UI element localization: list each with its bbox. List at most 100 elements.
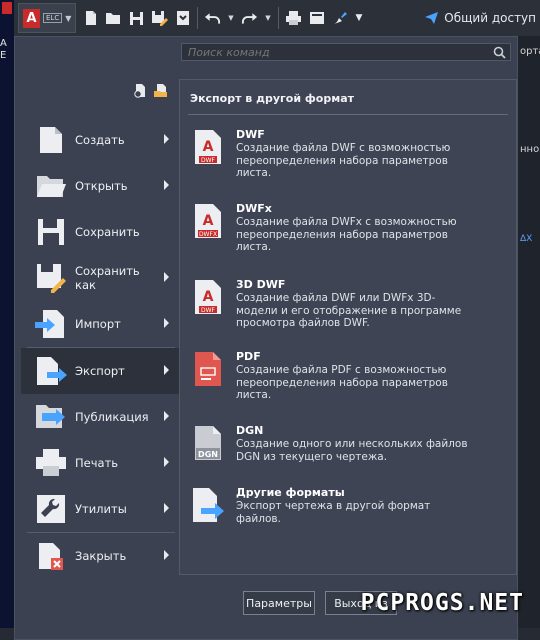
quick-access-toolbar: A ELC ▼ ▼ ▼ ▼ Общий доступ <box>14 0 540 36</box>
wrench-icon <box>33 491 69 527</box>
redo-icon[interactable] <box>241 10 258 27</box>
menu-item-utilities[interactable]: Утилиты <box>21 486 179 532</box>
recent-documents-icon[interactable] <box>133 83 148 102</box>
open-documents-icon[interactable] <box>154 83 169 102</box>
import-icon <box>33 306 69 342</box>
export-pdf[interactable]: PDF Создание файла PDF с возможностью пе… <box>190 350 510 402</box>
menu-item-save[interactable]: Сохранить <box>21 209 179 255</box>
3d-dwf-file-icon: A DWF <box>190 278 226 318</box>
svg-text:A: A <box>203 213 214 229</box>
overflow-icon[interactable]: ▼ <box>354 10 364 27</box>
entry-name: DWFx <box>236 202 272 215</box>
submenu-arrow-icon <box>164 550 169 560</box>
submenu-arrow-icon <box>164 272 169 282</box>
export-3d-dwf[interactable]: A DWF 3D DWF Создание файла DWF или DWFx … <box>190 278 510 330</box>
menu-item-new[interactable]: Создать <box>21 117 179 163</box>
menu-item-label: Создать <box>75 133 125 147</box>
submenu-arrow-icon <box>164 180 169 190</box>
print-icon[interactable] <box>285 10 302 27</box>
open-icon[interactable] <box>105 10 122 27</box>
save-icon <box>33 214 69 250</box>
export-submenu: Экспорт в другой формат A DWF DWF Создани… <box>179 79 517 575</box>
entry-description: Создание файла PDF с возможностью переоп… <box>236 364 448 401</box>
toolbar-separator <box>278 7 279 29</box>
export-dgn[interactable]: DGN DGN Создание одного или нескольких ф… <box>190 424 510 464</box>
menu-item-list: Создать Открыть Сохранить Сохранить как <box>21 117 179 579</box>
menu-item-label: Печать <box>75 456 119 470</box>
menu-item-save-as[interactable]: Сохранить как <box>21 255 179 301</box>
entry-name: Другие форматы <box>236 486 345 499</box>
submenu-arrow-icon <box>164 457 169 467</box>
menu-item-export[interactable]: Экспорт <box>21 348 179 394</box>
svg-text:A: A <box>203 139 214 155</box>
export-dwfx[interactable]: A DWFX DWFx Создание файла DWFx с возможн… <box>190 202 510 254</box>
application-menu-button[interactable]: A ELC ▼ <box>18 3 76 33</box>
application-menu: Создать Открыть Сохранить Сохранить как <box>14 36 518 640</box>
file-badge: DWF <box>201 307 216 314</box>
entry-name: 3D DWF <box>236 278 286 291</box>
close-document-icon <box>33 538 69 574</box>
chevron-down-icon: ▼ <box>65 13 72 23</box>
other-formats-icon <box>190 486 226 526</box>
menu-item-import[interactable]: Импорт <box>21 301 179 347</box>
menu-item-label: Импорт <box>75 317 121 331</box>
export-dwf[interactable]: A DWF DWF Создание файла DWF с возможност… <box>190 128 510 180</box>
menu-item-label: Утилиты <box>75 502 127 516</box>
entry-description: Экспорт чертежа в другой формат файлов. <box>236 500 431 525</box>
dwfx-file-icon: A DWFX <box>190 202 226 242</box>
submenu-arrow-icon <box>164 318 169 328</box>
submenu-arrow-icon <box>164 365 169 375</box>
background-fragment: ΔΧ <box>520 234 533 244</box>
entry-description: Создание файла DWF с возможностью переоп… <box>236 142 451 179</box>
toolbar-separator <box>197 7 198 29</box>
submenu-title: Экспорт в другой формат <box>190 92 354 105</box>
publish-icon <box>33 399 69 435</box>
chevron-down-icon[interactable]: ▼ <box>264 10 272 27</box>
share-label: Общий доступ <box>444 11 536 25</box>
menu-item-label: Сохранить как <box>75 264 140 292</box>
new-icon[interactable] <box>82 10 99 27</box>
entry-description: Создание файла DWFx с возможностью перео… <box>236 216 457 253</box>
background-fragment: нно <box>520 144 540 155</box>
save-icon[interactable] <box>128 10 145 27</box>
share-icon <box>425 12 439 24</box>
menu-item-publish[interactable]: Публикация <box>21 394 179 440</box>
svg-text:A: A <box>203 289 214 305</box>
entry-name: DWF <box>236 128 265 141</box>
background-fragment: E <box>0 50 7 61</box>
entry-description: Создание файла DWF или DWFx 3D-модели и … <box>236 292 462 329</box>
chevron-down-icon[interactable]: ▼ <box>227 10 235 27</box>
menu-item-print[interactable]: Печать <box>21 440 179 486</box>
command-search[interactable] <box>181 43 511 61</box>
undo-icon[interactable] <box>204 10 221 27</box>
search-input[interactable] <box>188 45 488 59</box>
entry-name: PDF <box>236 350 261 363</box>
menu-item-label: Экспорт <box>75 364 125 378</box>
menu-item-open[interactable]: Открыть <box>21 163 179 209</box>
share-button[interactable]: Общий доступ <box>424 11 536 25</box>
submenu-arrow-icon <box>164 411 169 421</box>
import-icon[interactable] <box>174 10 191 27</box>
save-as-icon <box>33 260 69 296</box>
menu-item-label: Открыть <box>75 179 128 193</box>
dwf-file-icon: A DWF <box>190 128 226 168</box>
file-badge: DGN <box>198 450 218 459</box>
options-button[interactable]: Параметры <box>243 591 315 615</box>
submenu-arrow-icon <box>164 134 169 144</box>
plot-icon[interactable] <box>308 10 325 27</box>
menu-item-label: Закрыть <box>75 549 127 563</box>
app-logo-icon: A <box>23 8 40 28</box>
export-other-formats[interactable]: Другие форматы Экспорт чертежа в другой … <box>190 486 510 526</box>
watermark: PCPROGS.NET <box>360 590 524 616</box>
save-as-icon[interactable] <box>151 10 168 27</box>
print-icon <box>33 445 69 481</box>
background-app-logo-icon <box>2 2 12 14</box>
match-properties-icon[interactable] <box>331 10 348 27</box>
pdf-file-icon <box>190 350 226 390</box>
submenu-divider <box>188 114 508 115</box>
background-app-right: орта нно ΔΧ <box>518 36 540 640</box>
search-icon[interactable] <box>493 46 506 59</box>
menu-item-close[interactable]: Закрыть <box>21 533 179 579</box>
background-fragment: орта <box>520 46 540 57</box>
menu-item-label: Сохранить <box>75 225 140 239</box>
